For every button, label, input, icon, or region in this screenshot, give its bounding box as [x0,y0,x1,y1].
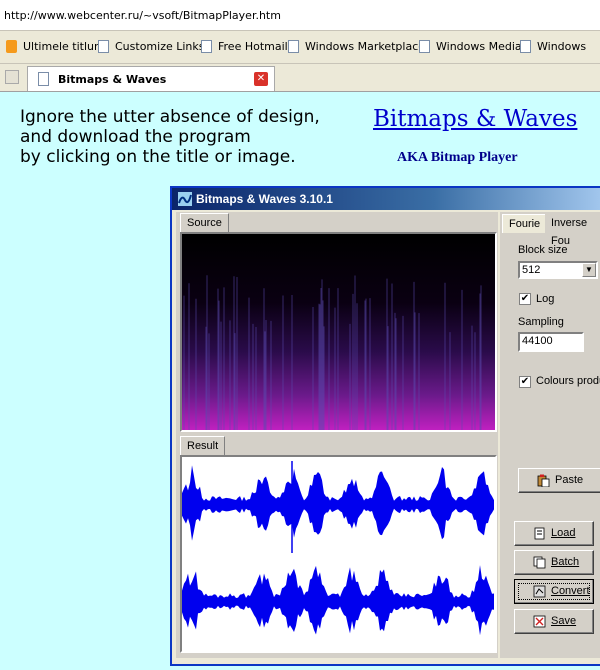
app-logo-icon [178,192,192,206]
colours-label: Colours produ [536,375,600,387]
sampling-label: Sampling [518,316,564,328]
page-subtitle: AKA Bitmap Player [397,150,518,165]
load-button-label: Load [551,527,576,539]
link-windows-marketplace[interactable]: Windows Marketplace [288,40,425,56]
sampling-value: 44100 [522,335,553,347]
sampling-input[interactable]: 44100 [518,332,584,352]
address-url[interactable]: http://www.webcenter.ru/~vsoft/BitmapPla… [4,9,281,22]
link-windows[interactable]: Windows [520,40,586,56]
browser-tab-bar: Bitmaps & Waves ✕ [0,64,600,92]
load-button[interactable]: Load [514,521,594,546]
convert-button[interactable]: Convert [514,579,594,604]
app-title-bar: Bitmaps & Waves 3.10.1 [172,188,600,210]
close-tab-icon[interactable]: ✕ [254,72,268,86]
block-size-select[interactable]: 512 ▼ [518,261,598,279]
address-bar[interactable]: http://www.webcenter.ru/~vsoft/BitmapPla… [0,0,600,31]
paste-button-label: Paste [555,474,584,486]
batch-button-label: Batch [551,556,580,568]
log-checkbox[interactable]: ✔ [519,293,531,305]
spectrogram-image [180,232,497,432]
block-size-value: 512 [522,264,541,276]
batch-icon [533,556,546,569]
block-size-label: Block size [518,244,568,256]
save-button[interactable]: Save [514,609,594,634]
rss-icon [6,40,17,53]
intro-line: and download the program [20,127,251,147]
link-windows-media[interactable]: Windows Media [419,40,522,56]
waveform-view [180,455,497,653]
page-icon [419,40,430,53]
links-toolbar: Ultimele titluri Customize Links Free Ho… [0,31,600,64]
chevron-down-icon[interactable]: ▼ [582,263,596,277]
page-icon [288,40,299,53]
link-customize-links[interactable]: Customize Links [98,40,205,56]
save-button-label: Save [551,615,577,627]
save-icon [533,615,546,628]
batch-button[interactable]: Batch [514,550,594,575]
intro-line: Ignore the utter absence of design, [20,107,320,127]
quick-tabs-icon[interactable] [5,70,19,84]
tab-source[interactable]: Source [180,213,229,232]
intro-line: by clicking on the title or image. [20,147,296,167]
tab-bitmaps-waves[interactable]: Bitmaps & Waves ✕ [27,66,275,91]
app-screenshot-link[interactable]: Bitmaps & Waves 3.10.1 Source Result Fou… [170,186,600,666]
convert-icon [533,585,546,598]
load-icon [534,527,545,540]
link-free-hotmail[interactable]: Free Hotmail [201,40,288,56]
page-icon [98,40,109,53]
colours-checkbox[interactable]: ✔ [519,376,531,388]
page-icon [38,72,49,86]
page-icon [520,40,531,53]
link-ultimele-titluri[interactable]: Ultimele titluri [6,40,102,56]
paste-button[interactable]: Paste [518,468,600,493]
intro-text: Ignore the utter absence of design, and … [20,107,320,167]
tab-fourier[interactable]: Fourie [502,214,548,233]
app-window-title: Bitmaps & Waves 3.10.1 [196,192,333,206]
tab-inverse-fourier[interactable]: Inverse Fou [545,214,600,247]
log-label: Log [536,293,555,305]
tab-title: Bitmaps & Waves [58,73,167,86]
tab-result[interactable]: Result [180,436,226,455]
convert-button-label: Convert [551,585,590,597]
page-icon [201,40,212,53]
page-title-link[interactable]: Bitmaps & Waves [373,106,577,132]
paste-icon [537,474,550,487]
